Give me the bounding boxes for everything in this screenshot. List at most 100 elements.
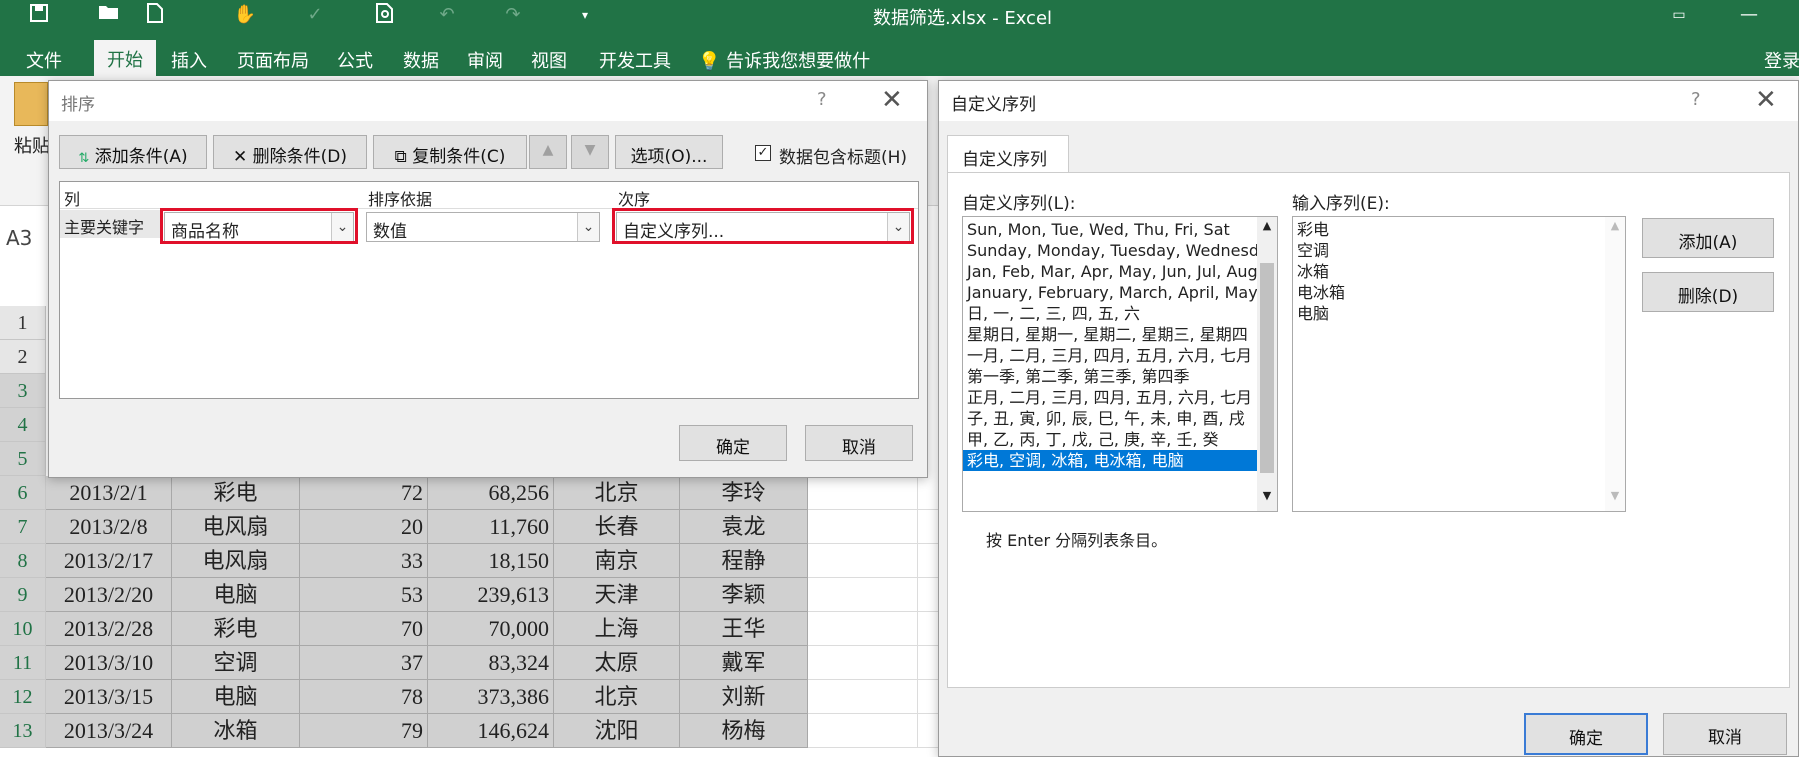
table-cell[interactable]: 2013/2/17 [46,544,172,578]
list-item[interactable]: 一月, 二月, 三月, 四月, 五月, 六月, 七月 [963,345,1257,366]
list-item[interactable]: January, February, March, April, May [963,282,1257,303]
table-cell[interactable]: 2013/2/20 [46,578,172,612]
row-header[interactable]: 12 [0,680,46,714]
help-button[interactable]: ? [1691,89,1701,110]
empty-cell[interactable] [808,476,918,510]
empty-cell[interactable] [808,646,918,680]
table-cell[interactable]: 李玲 [680,476,808,510]
ok-button[interactable]: 确定 [679,425,787,461]
table-cell[interactable]: 53 [300,578,428,612]
tell-me-box[interactable]: 💡 告诉我您想要做什么... [698,43,898,98]
table-cell[interactable]: 11,760 [428,510,554,544]
ok-button[interactable]: 确定 [1524,713,1648,755]
row-header[interactable]: 1 [0,306,46,340]
tab-home[interactable]: 开始 [94,40,156,76]
table-cell[interactable]: 70 [300,612,428,646]
row-header[interactable]: 8 [0,544,46,578]
row-header[interactable]: 13 [0,714,46,748]
row-header[interactable]: 5 [0,442,46,476]
empty-cell[interactable] [918,714,940,748]
delete-condition-button[interactable]: ✕ 删除条件(D) [213,135,367,169]
name-box[interactable]: A3 [6,226,46,256]
delete-button[interactable]: 删除(D) [1642,272,1774,312]
entries-textbox[interactable]: 彩电 空调 冰箱 电冰箱 电脑 ▲ ▼ [1292,216,1626,512]
tab-data[interactable]: 数据 [398,43,444,76]
list-item[interactable]: 正月, 二月, 三月, 四月, 五月, 六月, 七月 [963,387,1257,408]
list-item[interactable]: Sun, Mon, Tue, Wed, Thu, Fri, Sat [963,219,1257,240]
close-icon[interactable]: ✕ [1755,85,1777,115]
scroll-down-icon[interactable]: ▼ [1259,489,1275,507]
copy-condition-button[interactable]: ⧉ 复制条件(C) [373,135,527,169]
empty-cell[interactable] [808,544,918,578]
list-item[interactable]: 甲, 乙, 丙, 丁, 戊, 己, 庚, 辛, 壬, 癸 [963,429,1257,450]
table-cell[interactable]: 83,324 [428,646,554,680]
scrollbar[interactable]: ▲ ▼ [1257,217,1277,511]
ribbon-display-icon[interactable]: ▭ [1666,3,1692,27]
empty-cell[interactable] [808,680,918,714]
list-item[interactable]: 彩电, 空调, 冰箱, 电冰箱, 电脑 [963,450,1257,471]
empty-cell[interactable] [918,578,940,612]
empty-cell[interactable] [918,476,940,510]
table-cell[interactable]: 天津 [554,578,680,612]
table-cell[interactable]: 冰箱 [172,714,300,748]
empty-cell[interactable] [918,544,940,578]
table-cell[interactable]: 33 [300,544,428,578]
empty-cell[interactable] [918,680,940,714]
row-header[interactable]: 9 [0,578,46,612]
table-cell[interactable]: 上海 [554,612,680,646]
cancel-button[interactable]: 取消 [805,425,913,461]
row-header[interactable]: 7 [0,510,46,544]
paste-icon[interactable] [14,82,48,126]
table-cell[interactable]: 2013/2/28 [46,612,172,646]
row-header[interactable]: 10 [0,612,46,646]
table-cell[interactable]: 2013/3/24 [46,714,172,748]
options-button[interactable]: 选项(O)... [615,135,723,169]
custom-lists-listbox[interactable]: Sun, Mon, Tue, Wed, Thu, Fri, Sat Sunday,… [962,216,1278,512]
open-folder-icon[interactable] [96,3,122,27]
empty-cell[interactable] [918,646,940,680]
move-down-button[interactable]: ▼ [571,135,609,169]
table-cell[interactable]: 北京 [554,680,680,714]
scroll-up-icon[interactable]: ▲ [1259,219,1275,237]
empty-cell[interactable] [808,612,918,646]
table-cell[interactable]: 78 [300,680,428,714]
table-cell[interactable]: 68,256 [428,476,554,510]
tab-view[interactable]: 视图 [526,43,572,76]
close-icon[interactable]: ✕ [881,85,903,115]
tab-insert[interactable]: 插入 [166,43,212,76]
new-file-icon[interactable] [142,3,168,27]
table-cell[interactable]: 电脑 [172,578,300,612]
table-cell[interactable]: 北京 [554,476,680,510]
table-cell[interactable]: 彩电 [172,612,300,646]
add-condition-button[interactable]: ⇅ 添加条件(A) [59,135,207,169]
table-cell[interactable]: 南京 [554,544,680,578]
table-cell[interactable]: 太原 [554,646,680,680]
table-cell[interactable]: 20 [300,510,428,544]
tab-review[interactable]: 审阅 [462,43,508,76]
empty-cell[interactable] [808,510,918,544]
table-cell[interactable]: 146,624 [428,714,554,748]
chevron-down-icon[interactable]: ⌄ [577,213,599,241]
save-icon[interactable] [26,3,52,27]
tab-page-layout[interactable]: 页面布局 [232,43,314,76]
empty-cell[interactable] [918,612,940,646]
table-cell[interactable]: 电风扇 [172,544,300,578]
table-cell[interactable]: 37 [300,646,428,680]
list-item[interactable]: 日, 一, 二, 三, 四, 五, 六 [963,303,1257,324]
table-cell[interactable]: 长春 [554,510,680,544]
table-cell[interactable]: 李颖 [680,578,808,612]
table-cell[interactable]: 王华 [680,612,808,646]
scroll-thumb[interactable] [1260,263,1274,473]
sort-on-select[interactable]: 数值 ⌄ [366,212,600,242]
list-item[interactable]: 第一季, 第二季, 第三季, 第四季 [963,366,1257,387]
table-cell[interactable]: 72 [300,476,428,510]
table-cell[interactable]: 袁龙 [680,510,808,544]
has-headers-checkbox[interactable]: ✓ [755,145,771,161]
table-cell[interactable]: 电风扇 [172,510,300,544]
help-button[interactable]: ? [817,89,827,110]
table-cell[interactable]: 杨梅 [680,714,808,748]
minimize-icon[interactable]: — [1736,3,1762,27]
login-link[interactable]: 登录 [1762,43,1799,76]
touch-mode-icon[interactable]: ✋ [232,3,258,27]
table-cell[interactable]: 戴军 [680,646,808,680]
